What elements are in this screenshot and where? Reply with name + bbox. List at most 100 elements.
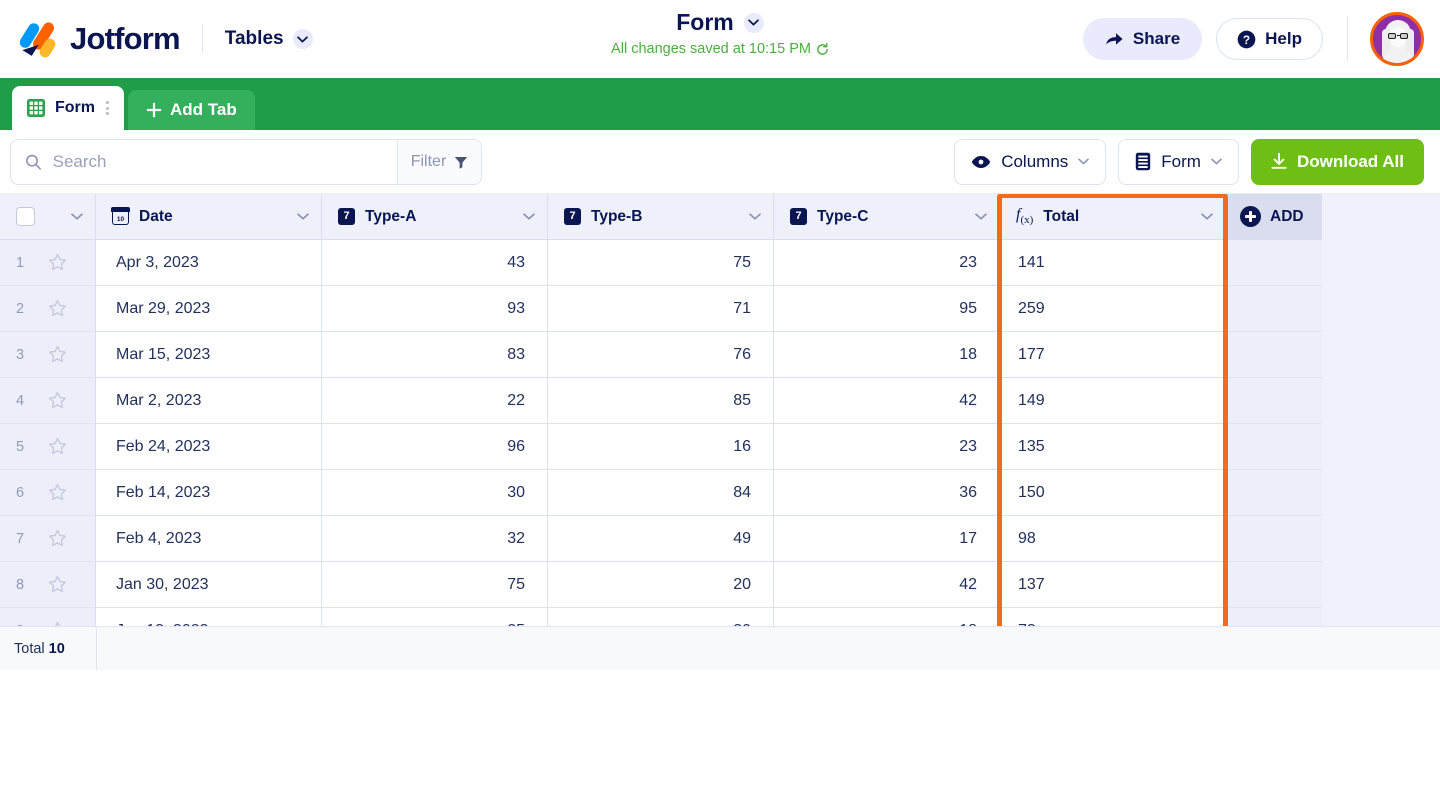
cell-type-b[interactable]: 30 [548,608,774,626]
cell-total[interactable]: 150 [1000,470,1226,516]
table-row[interactable]: 7 Feb 4, 2023 32 49 17 98 [0,516,1322,562]
star-icon[interactable] [48,529,67,548]
filter-button[interactable]: Filter [397,140,481,184]
column-header-date[interactable]: Date [96,194,322,239]
star-icon[interactable] [48,621,67,626]
column-date-chevron-down-icon[interactable] [297,213,309,220]
cell-date[interactable]: Jan 13, 2023 [96,608,322,626]
column-header-type-b[interactable]: 7 Type-B [548,194,774,239]
cell-date[interactable]: Jan 30, 2023 [96,562,322,608]
row-gutter: 1 [0,240,96,286]
star-icon[interactable] [48,437,67,456]
column-type-c-chevron-down-icon[interactable] [975,213,987,220]
cell-type-b[interactable]: 71 [548,286,774,332]
table-row[interactable]: 6 Feb 14, 2023 30 84 36 150 [0,470,1322,516]
cell-date[interactable]: Mar 2, 2023 [96,378,322,424]
form-view-label: Form [1161,152,1201,172]
cell-type-c[interactable]: 23 [774,424,1000,470]
table-row[interactable]: 4 Mar 2, 2023 22 85 42 149 [0,378,1322,424]
cell-total[interactable]: 141 [1000,240,1226,286]
search-input[interactable] [53,152,383,172]
cell-total[interactable]: 135 [1000,424,1226,470]
cell-type-a[interactable]: 32 [322,516,548,562]
filter-icon [454,155,468,169]
cell-type-c[interactable]: 18 [774,332,1000,378]
avatar[interactable] [1370,12,1424,66]
cell-type-b[interactable]: 76 [548,332,774,378]
form-title-chevron-down-icon[interactable] [744,13,764,33]
star-icon[interactable] [48,575,67,594]
cell-type-b[interactable]: 75 [548,240,774,286]
column-header-type-a[interactable]: 7 Type-A [322,194,548,239]
cell-type-c[interactable]: 42 [774,378,1000,424]
column-total-chevron-down-icon[interactable] [1201,213,1213,220]
cell-type-c[interactable]: 17 [774,516,1000,562]
select-all-checkbox[interactable] [16,207,35,226]
cell-total[interactable]: 149 [1000,378,1226,424]
row-number: 5 [16,439,40,455]
cell-type-c[interactable]: 42 [774,562,1000,608]
share-button[interactable]: Share [1083,18,1202,60]
cell-total[interactable]: 177 [1000,332,1226,378]
tab-options-icon[interactable] [106,101,109,115]
column-type-b-chevron-down-icon[interactable] [749,213,761,220]
cell-total[interactable]: 259 [1000,286,1226,332]
table-row[interactable]: 3 Mar 15, 2023 83 76 18 177 [0,332,1322,378]
chevron-down-icon[interactable] [293,29,313,49]
cell-type-a[interactable]: 30 [322,470,548,516]
cell-type-a[interactable]: 83 [322,332,548,378]
cell-type-a[interactable]: 75 [322,562,548,608]
download-all-button[interactable]: Download All [1251,139,1424,185]
cell-type-b[interactable]: 16 [548,424,774,470]
table-row[interactable]: 9 Jan 13, 2023 25 30 18 73 [0,608,1322,626]
cell-date[interactable]: Mar 29, 2023 [96,286,322,332]
cell-type-a[interactable]: 93 [322,286,548,332]
cell-type-a[interactable]: 96 [322,424,548,470]
tab-form[interactable]: Form [12,86,124,130]
tables-menu-button[interactable]: Tables [225,28,313,50]
add-tab-button[interactable]: Add Tab [128,90,255,130]
cell-type-c[interactable]: 23 [774,240,1000,286]
cell-type-a[interactable]: 22 [322,378,548,424]
cell-total[interactable]: 137 [1000,562,1226,608]
cell-type-c[interactable]: 95 [774,286,1000,332]
cell-total[interactable]: 98 [1000,516,1226,562]
cell-type-a[interactable]: 43 [322,240,548,286]
select-all-chevron-down-icon[interactable] [71,213,83,220]
cell-type-c[interactable]: 36 [774,470,1000,516]
tab-form-label: Form [55,99,95,117]
column-header-total[interactable]: f(x) Total [1000,194,1226,239]
cell-type-b[interactable]: 84 [548,470,774,516]
cell-type-b[interactable]: 85 [548,378,774,424]
row-trailing-pad [1226,286,1322,332]
add-column-button[interactable]: ADD [1226,194,1322,239]
columns-button[interactable]: Columns [954,139,1106,185]
columns-chevron-down-icon [1078,158,1089,165]
form-view-button[interactable]: Form [1118,139,1239,185]
table-row[interactable]: 5 Feb 24, 2023 96 16 23 135 [0,424,1322,470]
cell-type-b[interactable]: 49 [548,516,774,562]
cell-date[interactable]: Mar 15, 2023 [96,332,322,378]
cell-date[interactable]: Feb 24, 2023 [96,424,322,470]
star-icon[interactable] [48,391,67,410]
column-type-a-chevron-down-icon[interactable] [523,213,535,220]
table-header-row: Date 7 Type-A 7 Type-B [0,194,1322,240]
star-icon[interactable] [48,299,67,318]
cell-total[interactable]: 73 [1000,608,1226,626]
cell-date[interactable]: Apr 3, 2023 [96,240,322,286]
star-icon[interactable] [48,483,67,502]
search-field[interactable] [11,140,397,184]
cell-type-a[interactable]: 25 [322,608,548,626]
column-header-type-c[interactable]: 7 Type-C [774,194,1000,239]
star-icon[interactable] [48,253,67,272]
table-row[interactable]: 8 Jan 30, 2023 75 20 42 137 [0,562,1322,608]
help-button[interactable]: ? Help [1216,18,1323,60]
table-row[interactable]: 2 Mar 29, 2023 93 71 95 259 [0,286,1322,332]
cell-type-c[interactable]: 18 [774,608,1000,626]
cell-date[interactable]: Feb 14, 2023 [96,470,322,516]
star-icon[interactable] [48,345,67,364]
cell-type-b[interactable]: 20 [548,562,774,608]
row-gutter: 3 [0,332,96,378]
cell-date[interactable]: Feb 4, 2023 [96,516,322,562]
table-row[interactable]: 1 Apr 3, 2023 43 75 23 141 [0,240,1322,286]
